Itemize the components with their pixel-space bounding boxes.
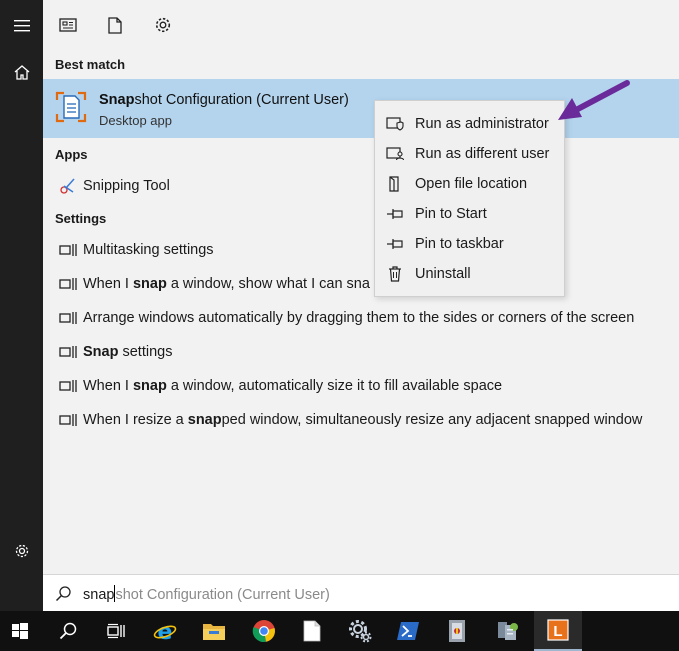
- server-manager-icon: [498, 622, 518, 640]
- menu-item-uninstall[interactable]: Uninstall: [375, 259, 564, 289]
- taskbar-search-button[interactable]: [44, 611, 92, 651]
- settings-result[interactable]: When I snap a window, automatically size…: [43, 371, 679, 401]
- hamburger-icon: [13, 20, 30, 32]
- settings-result[interactable]: When I resize a snapped window, simultan…: [43, 405, 679, 435]
- shield-icon: [386, 117, 404, 131]
- start-button[interactable]: [0, 611, 40, 651]
- task-view-icon: [107, 623, 125, 639]
- menu-item-run-as-different-user[interactable]: Run as different user: [375, 139, 564, 169]
- multitasking-icon: [59, 244, 77, 256]
- powershell-icon: [397, 622, 419, 640]
- pin-icon: [387, 239, 403, 249]
- settings-button[interactable]: [0, 531, 43, 571]
- taskbar-powershell[interactable]: [384, 611, 432, 651]
- gear-icon: [15, 544, 28, 558]
- task-view-button[interactable]: [92, 611, 140, 651]
- taskbar-app[interactable]: [433, 611, 481, 651]
- search-icon: [59, 622, 77, 640]
- taskbar-file-explorer[interactable]: [190, 611, 238, 651]
- multitasking-icon: [59, 380, 77, 392]
- gear-icon: [155, 17, 171, 33]
- settings-filter-button[interactable]: [148, 10, 178, 40]
- search-suggestion: shot Configuration (Current User): [115, 587, 330, 603]
- start-rail: [0, 0, 43, 611]
- news-filter-button[interactable]: [53, 10, 83, 40]
- best-match-heading: Best match: [55, 57, 126, 72]
- chrome-icon: [252, 620, 275, 643]
- app-icon: [449, 620, 465, 642]
- hamburger-menu-button[interactable]: [0, 6, 43, 46]
- notepad-icon: [303, 620, 321, 642]
- document-icon: [108, 16, 122, 34]
- svg-text:e: e: [158, 620, 173, 643]
- documents-filter-button[interactable]: [100, 10, 130, 40]
- taskbar-internet-explorer[interactable]: e: [141, 611, 189, 651]
- taskbar-settings-tool[interactable]: [336, 611, 384, 651]
- search-query[interactable]: snapshot Configuration (Current User): [83, 585, 330, 603]
- multitasking-icon: [59, 312, 77, 324]
- trash-icon: [389, 266, 401, 282]
- snapshot-config-app-icon: [55, 91, 87, 123]
- settings-tool-icon: [349, 620, 372, 643]
- taskbar: e L: [0, 611, 679, 651]
- multitasking-icon: [59, 346, 77, 358]
- settings-result[interactable]: Snap settings: [43, 337, 679, 367]
- settings-result[interactable]: Multitasking settings: [43, 235, 679, 265]
- search-icon: [55, 586, 71, 602]
- taskbar-server-manager[interactable]: [484, 611, 532, 651]
- apps-heading: Apps: [55, 147, 88, 162]
- search-box[interactable]: snapshot Configuration (Current User): [43, 574, 679, 611]
- menu-item-open-file-location[interactable]: Open file location: [375, 169, 564, 199]
- user-switch-icon: [386, 147, 404, 161]
- start-icon: [12, 623, 28, 639]
- best-match-title: Snapshot Configuration (Current User): [99, 92, 349, 108]
- file-location-icon: [389, 176, 399, 192]
- internet-explorer-icon: e: [153, 620, 177, 643]
- search-typed-text: snap: [83, 587, 115, 603]
- l-app-icon: L: [547, 619, 569, 641]
- pin-icon: [387, 209, 403, 219]
- menu-item-pin-to-start[interactable]: Pin to Start: [375, 199, 564, 229]
- app-result-snipping-tool[interactable]: Snipping Tool: [43, 171, 679, 201]
- annotation-arrow: [558, 80, 630, 120]
- multitasking-icon: [59, 414, 77, 426]
- snipping-tool-icon: [60, 178, 75, 194]
- taskbar-l-app[interactable]: L: [534, 611, 582, 651]
- context-menu: Run as administrator Run as different us…: [374, 100, 565, 297]
- svg-text:L: L: [553, 623, 562, 640]
- taskbar-chrome[interactable]: [240, 611, 288, 651]
- home-icon: [14, 64, 29, 80]
- menu-item-pin-to-taskbar[interactable]: Pin to taskbar: [375, 229, 564, 259]
- filter-toolbar: [43, 0, 679, 50]
- multitasking-icon: [59, 278, 77, 290]
- file-explorer-icon: [203, 624, 225, 640]
- settings-result[interactable]: Arrange windows automatically by draggin…: [43, 303, 679, 333]
- taskbar-notepad[interactable]: [288, 611, 336, 651]
- news-icon: [59, 18, 77, 32]
- home-button[interactable]: [0, 52, 43, 92]
- best-match-subtitle: Desktop app: [99, 113, 172, 128]
- app-result-label: Snipping Tool: [83, 178, 170, 194]
- settings-result[interactable]: When I snap a window, show what I can sn…: [43, 269, 679, 299]
- menu-item-run-as-administrator[interactable]: Run as administrator: [375, 109, 564, 139]
- settings-heading: Settings: [55, 211, 107, 226]
